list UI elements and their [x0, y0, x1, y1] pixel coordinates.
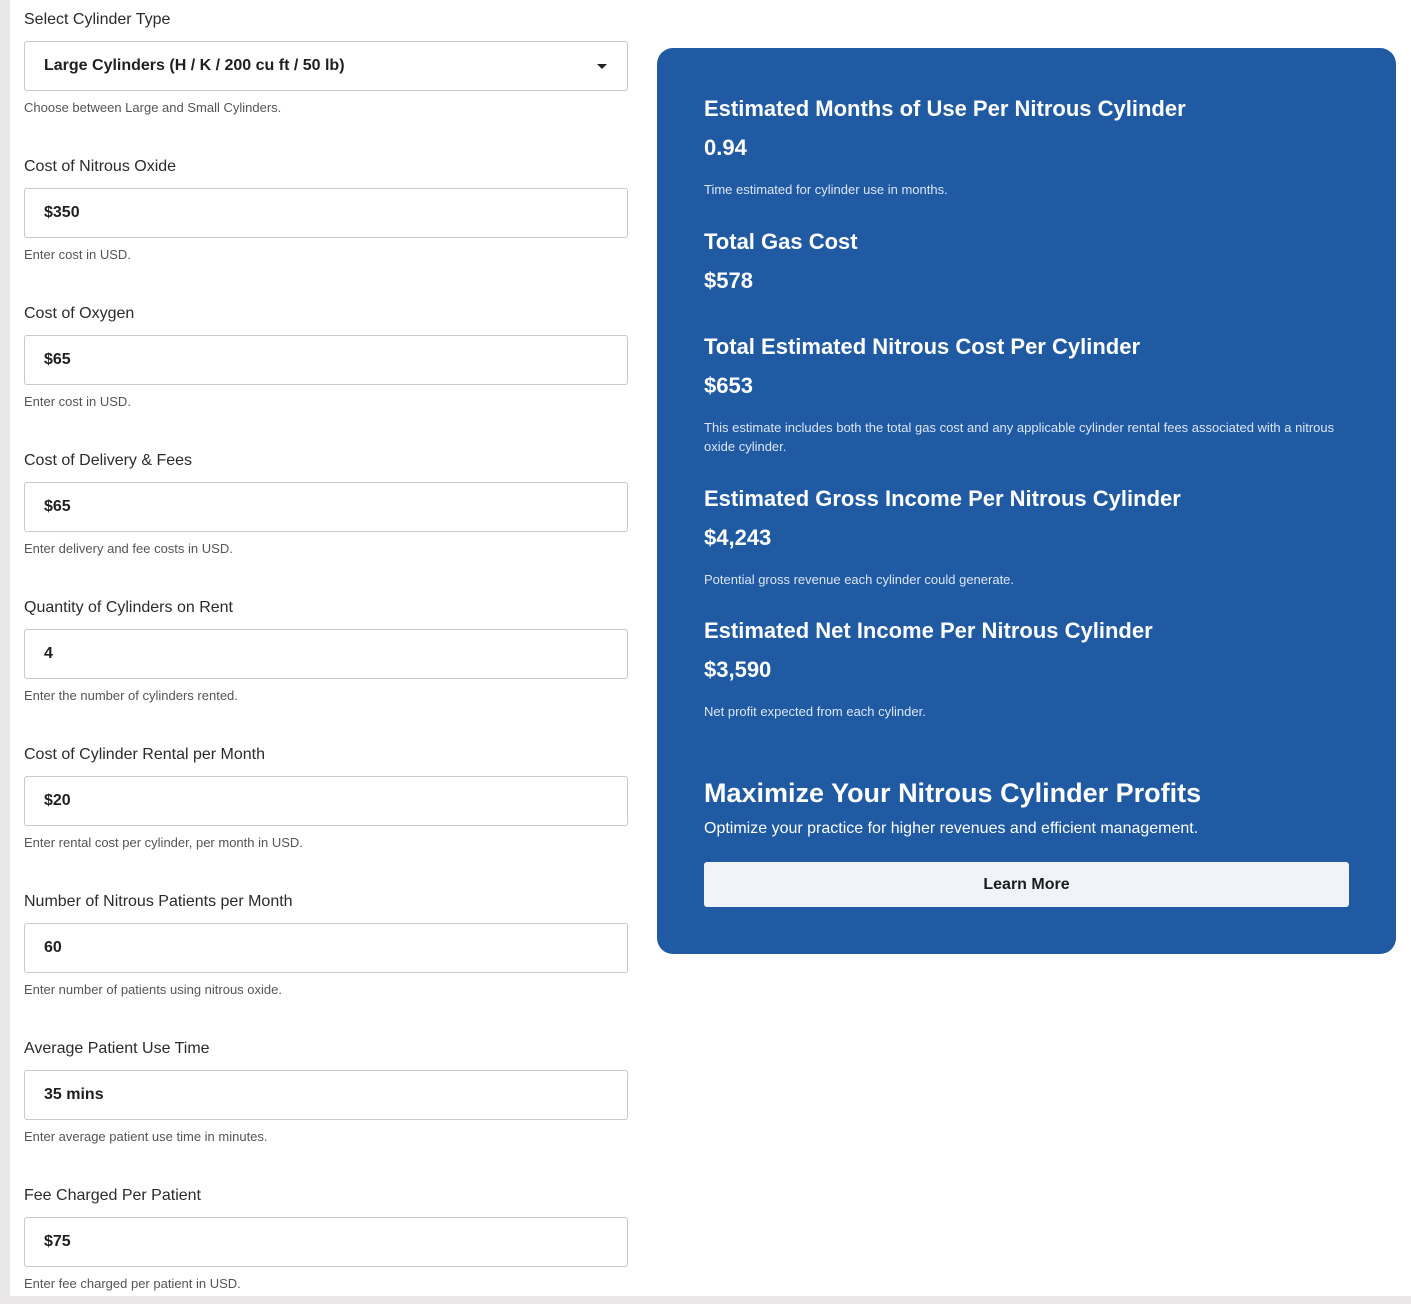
rental-cost-label: Cost of Cylinder Rental per Month	[24, 746, 265, 763]
results-panel: Estimated Months of Use Per Nitrous Cyli…	[657, 48, 1396, 954]
learn-more-button[interactable]: Learn More	[704, 862, 1349, 907]
gross-income-value: $4,243	[704, 525, 772, 550]
cylinder-type-value: Large Cylinders (H / K / 200 cu ft / 50 …	[44, 57, 345, 74]
delivery-fees-label: Cost of Delivery & Fees	[24, 452, 193, 469]
total-gas-cost-value: $578	[704, 268, 753, 293]
fee-per-patient-label: Fee Charged Per Patient	[24, 1187, 201, 1204]
cylinder-type-select[interactable]: Large Cylinders (H / K / 200 cu ft / 50 …	[24, 41, 628, 91]
patients-per-month-value: 60	[44, 939, 62, 956]
patients-per-month-label: Number of Nitrous Patients per Month	[24, 893, 293, 910]
oxygen-cost-label: Cost of Oxygen	[24, 305, 135, 322]
cylinder-type-help: Choose between Large and Small Cylinders…	[24, 100, 282, 115]
net-income-title: Estimated Net Income Per Nitrous Cylinde…	[704, 618, 1153, 643]
promo-title: Maximize Your Nitrous Cylinder Profits	[704, 778, 1202, 808]
cylinder-type-field: Select Cylinder Type Large Cylinders (H …	[24, 10, 628, 115]
cylinders-on-rent-label: Quantity of Cylinders on Rent	[24, 599, 233, 616]
avg-use-time-field: Average Patient Use Time 35 mins Enter a…	[24, 1039, 628, 1144]
delivery-fees-value: $65	[44, 498, 71, 515]
fee-per-patient-help: Enter fee charged per patient in USD.	[24, 1276, 241, 1291]
nitrous-cost-help: Enter cost in USD.	[24, 247, 131, 262]
total-nitrous-cost-title: Total Estimated Nitrous Cost Per Cylinde…	[704, 334, 1141, 359]
months-of-use-title: Estimated Months of Use Per Nitrous Cyli…	[704, 96, 1186, 121]
nitrous-cost-value: $350	[44, 204, 80, 221]
oxygen-cost-input[interactable]: $65	[24, 335, 628, 385]
net-income-value: $3,590	[704, 657, 772, 682]
gross-income-note: Potential gross revenue each cylinder co…	[704, 572, 1015, 587]
cylinders-on-rent-field: Quantity of Cylinders on Rent 4 Enter th…	[24, 598, 628, 703]
total-gas-cost-title: Total Gas Cost	[704, 229, 858, 254]
nitrous-cost-label: Cost of Nitrous Oxide	[24, 158, 177, 175]
patients-per-month-field: Number of Nitrous Patients per Month 60 …	[24, 892, 628, 997]
cylinders-on-rent-value: 4	[44, 645, 53, 662]
avg-use-time-input[interactable]: 35 mins	[24, 1070, 628, 1120]
avg-use-time-help: Enter average patient use time in minute…	[24, 1129, 268, 1144]
fee-per-patient-value: $75	[44, 1233, 71, 1250]
patients-per-month-input[interactable]: 60	[24, 923, 628, 973]
fee-per-patient-input[interactable]: $75	[24, 1217, 628, 1267]
nitrous-cost-input[interactable]: $350	[24, 188, 628, 238]
delivery-fees-input[interactable]: $65	[24, 482, 628, 532]
rental-cost-field: Cost of Cylinder Rental per Month $20 En…	[24, 745, 628, 850]
total-nitrous-cost-value: $653	[704, 373, 753, 398]
months-of-use-value: 0.94	[704, 135, 747, 160]
oxygen-cost-field: Cost of Oxygen $65 Enter cost in USD.	[24, 304, 628, 409]
gross-income-title: Estimated Gross Income Per Nitrous Cylin…	[704, 486, 1181, 511]
calculator-page: Select Cylinder Type Large Cylinders (H …	[10, 0, 1411, 1296]
oxygen-cost-help: Enter cost in USD.	[24, 394, 131, 409]
fee-per-patient-field: Fee Charged Per Patient $75 Enter fee ch…	[24, 1186, 628, 1291]
net-income-note: Net profit expected from each cylinder.	[704, 704, 926, 719]
delivery-fees-help: Enter delivery and fee costs in USD.	[24, 541, 233, 556]
rental-cost-value: $20	[44, 792, 71, 809]
months-of-use-note: Time estimated for cylinder use in month…	[704, 182, 948, 197]
cylinders-on-rent-input[interactable]: 4	[24, 629, 628, 679]
avg-use-time-label: Average Patient Use Time	[24, 1040, 210, 1057]
cylinder-type-label: Select Cylinder Type	[24, 11, 171, 28]
patients-per-month-help: Enter number of patients using nitrous o…	[24, 982, 282, 997]
rental-cost-help: Enter rental cost per cylinder, per mont…	[24, 835, 303, 850]
total-nitrous-cost-note: This estimate includes both the total ga…	[704, 420, 1335, 454]
chevron-down-icon	[597, 63, 607, 69]
nitrous-cost-field: Cost of Nitrous Oxide $350 Enter cost in…	[24, 157, 628, 262]
oxygen-cost-value: $65	[44, 351, 71, 368]
cylinders-on-rent-help: Enter the number of cylinders rented.	[24, 688, 238, 703]
delivery-fees-field: Cost of Delivery & Fees $65 Enter delive…	[24, 451, 628, 556]
avg-use-time-value: 35 mins	[44, 1086, 104, 1103]
rental-cost-input[interactable]: $20	[24, 776, 628, 826]
promo-subtitle: Optimize your practice for higher revenu…	[704, 820, 1199, 837]
